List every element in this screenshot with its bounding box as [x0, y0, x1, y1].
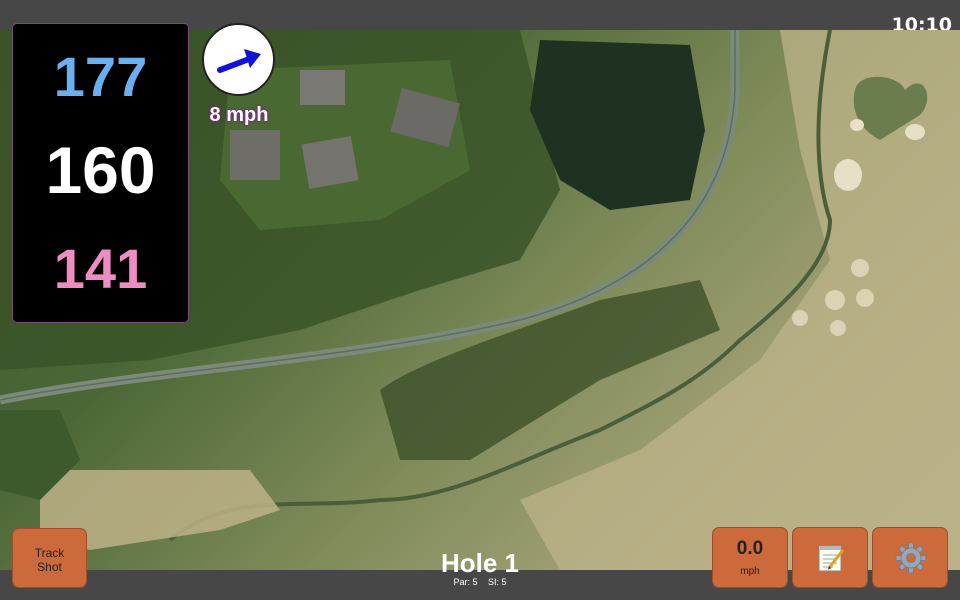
track-shot-button[interactable]: Track Shot	[12, 528, 87, 588]
hole-info: Par: 5 SI: 5	[380, 577, 580, 587]
speed-button[interactable]: 0.0 mph	[712, 527, 788, 588]
front-distance: 141	[53, 237, 148, 300]
track-shot-label-line1: Track	[34, 546, 65, 560]
wind-indicator	[202, 23, 275, 96]
gear-icon	[895, 542, 927, 574]
hole-par: Par: 5	[453, 577, 478, 587]
hole-title: Hole 1	[440, 548, 520, 578]
center-distance: 160	[45, 133, 156, 207]
wind-direction-arrow-icon	[217, 49, 261, 73]
track-shot-label-line2: Shot	[37, 560, 62, 574]
speed-value: 0.0	[736, 538, 764, 559]
back-distance: 177	[53, 45, 148, 108]
golf-gps-screen: 10:10 177 160 141 8 mph Track Shot Hole …	[0, 0, 960, 600]
speed-unit: mph	[740, 566, 760, 577]
notepad-icon	[818, 545, 845, 572]
settings-button[interactable]	[872, 527, 948, 588]
hole-stroke-index: SI: 5	[488, 577, 507, 587]
wind-speed: 8 mph	[209, 104, 269, 126]
distance-panel: 177 160 141	[12, 23, 189, 323]
notes-button[interactable]	[792, 527, 868, 588]
